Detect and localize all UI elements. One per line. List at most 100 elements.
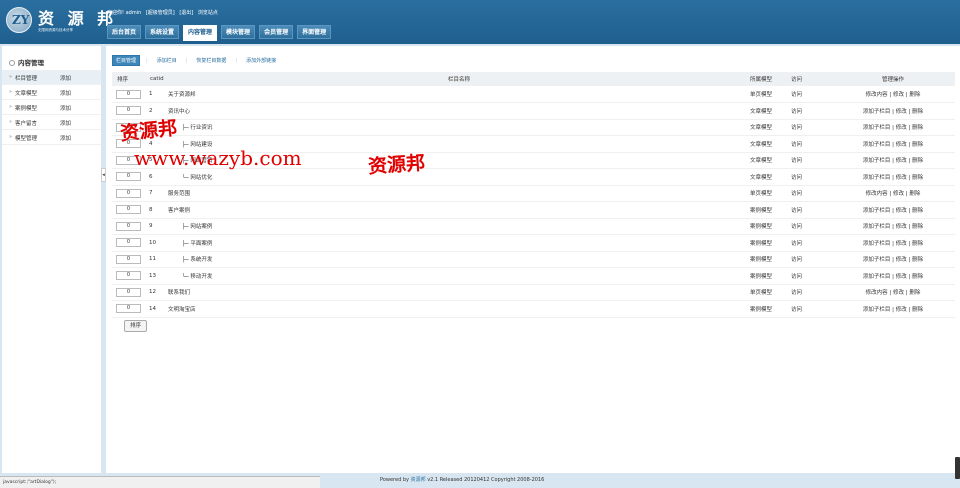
sidebar-item-label[interactable]: 客户留言 xyxy=(15,119,37,127)
access-link[interactable]: 访问 xyxy=(791,218,831,235)
table-row: 0 2 资讯中心 文章模型 访问 添加子栏目 | 修改 | 删除 xyxy=(112,102,955,120)
ops-links[interactable]: 添加子栏目 | 修改 | 删除 xyxy=(831,300,955,318)
order-input[interactable]: 0 xyxy=(116,304,141,314)
model-cell: 文章模型 xyxy=(750,135,791,153)
sidebar-add-link[interactable]: 添加 xyxy=(60,89,71,97)
order-cell: 0 xyxy=(112,234,145,252)
sidebar-item-label[interactable]: 文章模型 xyxy=(15,89,37,97)
divider: | xyxy=(146,57,148,64)
table-row: 0 9 ├─ 网站案例 案例模型 访问 添加子栏目 | 修改 | 删除 xyxy=(112,218,955,235)
footer-brand-link[interactable]: 资源邦 xyxy=(411,477,426,483)
sidebar-item-columns[interactable]: » 栏目管理 添加 xyxy=(2,70,101,85)
access-link[interactable]: 访问 xyxy=(791,251,831,268)
order-input[interactable]: 0 xyxy=(116,254,141,264)
sidebar-item-label[interactable]: 案例模型 xyxy=(15,104,37,112)
order-input[interactable]: 0 xyxy=(116,188,141,198)
sort-button[interactable]: 排序 xyxy=(124,320,147,332)
sidebar-add-link[interactable]: 添加 xyxy=(60,104,71,112)
nav-tab-home[interactable]: 后台首页 xyxy=(107,25,142,39)
order-cell: 0 xyxy=(112,86,145,103)
column-name-cell: ├─ 网站案例 xyxy=(168,218,750,235)
access-link[interactable]: 访问 xyxy=(791,267,831,285)
ops-links[interactable]: 添加子栏目 | 修改 | 删除 xyxy=(831,168,955,186)
ops-links[interactable]: 修改内容 | 修改 | 删除 xyxy=(831,185,955,202)
role-link[interactable]: [超级管理员] xyxy=(146,10,175,16)
access-link[interactable]: 访问 xyxy=(791,119,831,136)
logo-mark: ZY xyxy=(6,7,32,33)
nav-tab-members[interactable]: 会员管理 xyxy=(259,25,294,39)
access-link[interactable]: 访问 xyxy=(791,102,831,120)
ops-links[interactable]: 添加子栏目 | 修改 | 删除 xyxy=(831,201,955,219)
catid-cell: 14 xyxy=(145,300,168,318)
corner-widget[interactable] xyxy=(955,457,960,479)
sidebar-item-article-model[interactable]: » 文章模型 添加 xyxy=(2,85,101,100)
ops-links[interactable]: 修改内容 | 修改 | 删除 xyxy=(831,284,955,301)
sidebar-add-link[interactable]: 添加 xyxy=(60,134,71,142)
visit-site-link[interactable]: 浏览站点 xyxy=(198,10,218,16)
catid-cell: 11 xyxy=(145,251,168,268)
sidebar-add-link[interactable]: 添加 xyxy=(60,119,71,127)
access-link[interactable]: 访问 xyxy=(791,185,831,202)
order-input[interactable]: 0 xyxy=(116,89,141,99)
ops-links[interactable]: 添加子栏目 | 修改 | 删除 xyxy=(831,135,955,153)
nav-tab-interface[interactable]: 界面管理 xyxy=(297,25,332,39)
logout-link[interactable]: [退出] xyxy=(179,10,193,16)
subtab-add-column[interactable]: 添加栏目 xyxy=(154,56,180,65)
ops-links[interactable]: 添加子栏目 | 修改 | 删除 xyxy=(831,251,955,268)
arrow-right-icon: » xyxy=(9,119,13,125)
order-cell: 0 xyxy=(112,300,145,318)
sidebar-item-messages[interactable]: » 客户留言 添加 xyxy=(2,115,101,130)
access-link[interactable]: 访问 xyxy=(791,152,831,169)
order-input[interactable]: 0 xyxy=(116,205,141,215)
access-link[interactable]: 访问 xyxy=(791,168,831,186)
sidebar-item-model-manage[interactable]: » 模型管理 添加 xyxy=(2,130,101,145)
access-link[interactable]: 访问 xyxy=(791,201,831,219)
access-link[interactable]: 访问 xyxy=(791,86,831,103)
sidebar-item-label[interactable]: 栏目管理 xyxy=(15,74,37,82)
catid-cell: 7 xyxy=(145,185,168,202)
ops-links[interactable]: 添加子栏目 | 修改 | 删除 xyxy=(831,102,955,120)
nav-tab-content[interactable]: 内容管理 xyxy=(183,25,218,41)
ops-links[interactable]: 添加子栏目 | 修改 | 删除 xyxy=(831,152,955,169)
table-row: 0 1 关于资源邦 单页模型 访问 修改内容 | 修改 | 删除 xyxy=(112,86,955,103)
header-ops: 管理操作 xyxy=(831,72,955,86)
subtab-column-manage[interactable]: 栏目管理 xyxy=(112,55,141,66)
header-model: 所属模型 xyxy=(750,72,791,86)
ops-links[interactable]: 添加子栏目 | 修改 | 删除 xyxy=(831,119,955,136)
nav-tab-system[interactable]: 系统设置 xyxy=(145,25,180,39)
subtab-restore-data[interactable]: 恢复栏目数据 xyxy=(193,56,229,65)
order-input[interactable]: 0 xyxy=(116,106,141,116)
column-name-cell: 关于资源邦 xyxy=(168,86,750,103)
subtab-add-external-link[interactable]: 添加外部链接 xyxy=(243,56,279,65)
sidebar-add-link[interactable]: 添加 xyxy=(60,74,71,82)
table-row: 0 7 服务范围 单页模型 访问 修改内容 | 修改 | 删除 xyxy=(112,185,955,202)
footer: Powered by 资源邦 v2.1 Released 20120412 Co… xyxy=(380,476,544,483)
sidebar-item-case-model[interactable]: » 案例模型 添加 xyxy=(2,100,101,115)
order-input[interactable]: 0 xyxy=(116,271,141,281)
access-link[interactable]: 访问 xyxy=(791,234,831,252)
order-cell: 0 xyxy=(112,218,145,235)
nav-tab-modules[interactable]: 模块管理 xyxy=(221,25,256,39)
order-input[interactable]: 0 xyxy=(116,221,141,231)
ops-links[interactable]: 修改内容 | 修改 | 删除 xyxy=(831,86,955,103)
order-input[interactable]: 0 xyxy=(116,287,141,297)
watermark-text: 资源邦 xyxy=(367,152,426,178)
browser-status-bar: javascript:;"artDialog"); xyxy=(0,476,320,488)
table-row: 0 10 ├─ 平面案例 案例模型 访问 添加子栏目 | 修改 | 删除 xyxy=(112,234,955,252)
model-cell: 单页模型 xyxy=(750,86,791,103)
sidebar-item-label[interactable]: 模型管理 xyxy=(15,134,37,142)
footer-prefix: Powered by xyxy=(380,477,409,483)
sidebar: 内容管理 » 栏目管理 添加 » 文章模型 添加 » 案例模型 添加 » 客户留… xyxy=(2,46,101,473)
logo-subtitle: 无限网资源与技术分享 xyxy=(38,28,73,32)
ops-links[interactable]: 添加子栏目 | 修改 | 删除 xyxy=(831,218,955,235)
order-cell: 0 xyxy=(112,284,145,301)
access-link[interactable]: 访问 xyxy=(791,284,831,301)
access-link[interactable]: 访问 xyxy=(791,135,831,153)
model-cell: 案例模型 xyxy=(750,234,791,252)
order-input[interactable]: 0 xyxy=(116,238,141,248)
ops-links[interactable]: 添加子栏目 | 修改 | 删除 xyxy=(831,267,955,285)
order-input[interactable]: 0 xyxy=(116,172,141,182)
ops-links[interactable]: 添加子栏目 | 修改 | 删除 xyxy=(831,234,955,252)
access-link[interactable]: 访问 xyxy=(791,300,831,318)
model-cell: 文章模型 xyxy=(750,119,791,136)
